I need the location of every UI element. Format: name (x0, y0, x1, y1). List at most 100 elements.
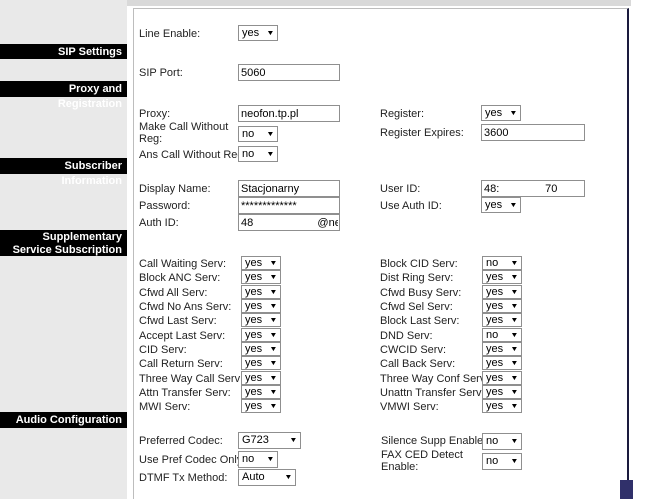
cfwd-all-serv-select[interactable]: yes▼ (241, 285, 281, 299)
silence-supp-enable-select[interactable]: no ▼ (482, 433, 522, 450)
select-value: yes (486, 373, 503, 384)
dnd-serv-select[interactable]: no▼ (482, 328, 522, 342)
fax-ced-detect-enable-select[interactable]: no ▼ (482, 453, 522, 470)
select-value: yes (245, 387, 262, 398)
proxy-input[interactable] (238, 105, 340, 122)
call-waiting-serv-select[interactable]: yes▼ (241, 256, 281, 270)
cfwd-sel-serv-label: Cfwd Sel Serv: (380, 301, 453, 313)
dropdown-arrow-icon: ▼ (510, 289, 518, 296)
register-label: Register: (380, 108, 424, 120)
dropdown-arrow-icon: ▼ (266, 456, 274, 463)
scrollbar-corner-block (620, 480, 633, 499)
block-last-serv-select[interactable]: yes▼ (482, 313, 522, 327)
cid-serv-label: CID Serv: (139, 344, 187, 356)
accept-last-serv-select[interactable]: yes▼ (241, 328, 281, 342)
mwi-serv-select[interactable]: yes▼ (241, 399, 281, 413)
dropdown-arrow-icon: ▼ (269, 360, 277, 367)
select-value: yes (486, 287, 503, 298)
preferred-codec-label: Preferred Codec: (139, 435, 223, 447)
line-enable-label: Line Enable: (139, 28, 200, 40)
dropdown-arrow-icon: ▼ (269, 403, 277, 410)
auth-id-input[interactable] (238, 214, 340, 231)
select-value: no (486, 436, 498, 447)
dropdown-arrow-icon: ▼ (269, 346, 277, 353)
select-value: yes (245, 344, 262, 355)
use-auth-id-label: Use Auth ID: (380, 200, 442, 212)
attn-transfer-serv-select[interactable]: yes▼ (241, 385, 281, 399)
attn-transfer-serv-label: Attn Transfer Serv: (139, 387, 231, 399)
config-form-panel: Line Enable: yes ▼ SIP Port: Proxy: Regi… (133, 8, 629, 499)
use-pref-codec-only-select[interactable]: no ▼ (238, 451, 278, 468)
register-expires-label: Register Expires: (380, 127, 464, 139)
dropdown-arrow-icon: ▼ (266, 131, 274, 138)
line-enable-select[interactable]: yes ▼ (238, 25, 278, 41)
three-way-conf-serv-select[interactable]: yes ▼ (482, 371, 522, 385)
select-value: no (242, 149, 254, 160)
ans-call-without-reg-label: Ans Call Without Reg: (139, 149, 247, 161)
dropdown-arrow-icon: ▼ (510, 346, 518, 353)
cfwd-sel-serv-select[interactable]: yes▼ (482, 299, 522, 313)
voip-line-config-page: SIP Settings Proxy and Registration Subs… (0, 0, 648, 499)
dtmf-tx-method-select[interactable]: Auto ▼ (238, 469, 296, 486)
select-value: no (242, 454, 254, 465)
register-expires-input[interactable] (481, 124, 585, 141)
block-cid-serv-select[interactable]: no▼ (482, 256, 522, 270)
unattn-transfer-serv-label: Unattn Transfer Serv: (380, 387, 485, 399)
block-last-serv-label: Block Last Serv: (380, 315, 459, 327)
select-value: yes (486, 358, 503, 369)
make-call-without-reg-select[interactable]: no ▼ (238, 126, 278, 142)
select-value: yes (245, 330, 262, 341)
three-way-call-serv-label: Three Way Call Serv: (139, 373, 243, 385)
unattn-transfer-serv-select[interactable]: yes ▼ (482, 385, 522, 399)
dropdown-arrow-icon: ▼ (266, 151, 274, 158)
select-value: yes (486, 387, 503, 398)
dropdown-arrow-icon: ▼ (510, 438, 518, 445)
block-cid-serv-label: Block CID Serv: (380, 258, 458, 270)
dnd-serv-label: DND Serv: (380, 330, 433, 342)
dropdown-arrow-icon: ▼ (510, 274, 518, 281)
cfwd-last-serv-select[interactable]: yes▼ (241, 313, 281, 327)
top-strip (127, 0, 631, 6)
dropdown-arrow-icon: ▼ (510, 332, 518, 339)
dist-ring-serv-select[interactable]: yes▼ (482, 270, 522, 284)
cfwd-busy-serv-select[interactable]: yes ▼ (482, 285, 522, 299)
cfwd-busy-serv-label: Cfwd Busy Serv: (380, 287, 461, 299)
cfwd-no-ans-serv-select[interactable]: yes▼ (241, 299, 281, 313)
dropdown-arrow-icon: ▼ (269, 317, 277, 324)
block-anc-serv-select[interactable]: yes ▼ (241, 270, 281, 284)
call-back-serv-select[interactable]: yes▼ (482, 356, 522, 370)
dropdown-arrow-icon: ▼ (510, 389, 518, 396)
vmwi-serv-select[interactable]: yes▼ (482, 399, 522, 413)
cwcid-serv-label: CWCID Serv: (380, 344, 446, 356)
select-value: yes (245, 258, 262, 269)
user-id-input[interactable] (481, 180, 585, 197)
mwi-serv-label: MWI Serv: (139, 401, 190, 413)
select-value: no (486, 258, 498, 269)
call-return-serv-select[interactable]: yes▼ (241, 356, 281, 370)
dropdown-arrow-icon: ▼ (269, 274, 277, 281)
cwcid-serv-select[interactable]: yes▼ (482, 342, 522, 356)
sip-port-label: SIP Port: (139, 67, 183, 79)
vmwi-serv-label: VMWI Serv: (380, 401, 439, 413)
use-auth-id-select[interactable]: yes ▼ (481, 197, 521, 213)
dropdown-arrow-icon: ▼ (269, 289, 277, 296)
fax-ced-detect-enable-label: FAX CED Detect Enable: (381, 449, 473, 473)
ans-call-without-reg-select[interactable]: no ▼ (238, 146, 278, 162)
three-way-call-serv-select[interactable]: yes▼ (241, 371, 281, 385)
select-value: yes (245, 272, 262, 283)
select-value: yes (242, 28, 259, 39)
accept-last-serv-label: Accept Last Serv: (139, 330, 225, 342)
register-select[interactable]: yes ▼ (481, 105, 521, 121)
dropdown-arrow-icon: ▼ (509, 110, 517, 117)
auth-id-label: Auth ID: (139, 217, 179, 229)
display-name-input[interactable] (238, 180, 340, 197)
sip-port-input[interactable] (238, 64, 340, 81)
call-return-serv-label: Call Return Serv: (139, 358, 223, 370)
dropdown-arrow-icon: ▼ (509, 202, 517, 209)
dropdown-arrow-icon: ▼ (284, 474, 292, 481)
use-pref-codec-only-label: Use Pref Codec Only: (139, 454, 245, 466)
preferred-codec-select[interactable]: G723 ▼ (238, 432, 301, 449)
password-input[interactable] (238, 197, 340, 214)
dropdown-arrow-icon: ▼ (510, 375, 518, 382)
cid-serv-select[interactable]: yes ▼ (241, 342, 281, 356)
